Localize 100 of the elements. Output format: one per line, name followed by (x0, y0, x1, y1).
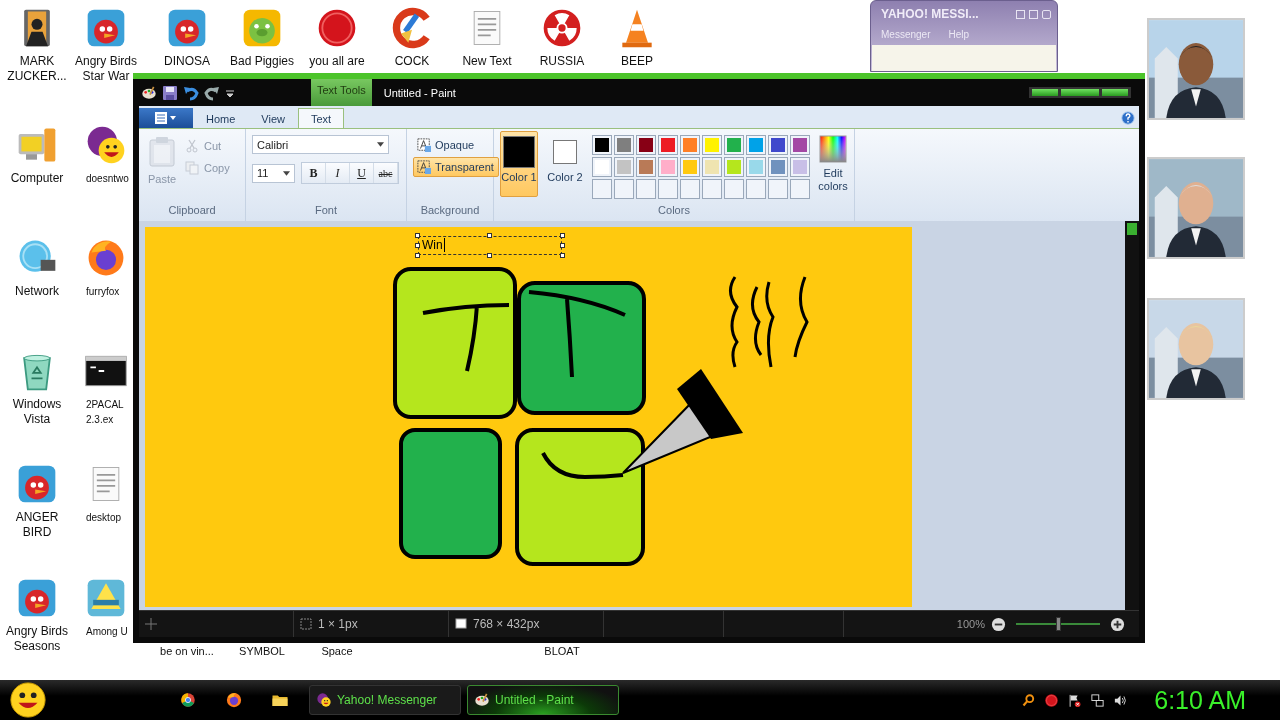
palette-swatch[interactable] (702, 179, 722, 199)
palette-swatch[interactable] (680, 179, 700, 199)
taskbar-button[interactable]: Untitled - Paint (467, 685, 619, 715)
palette-swatch[interactable] (592, 135, 612, 155)
group-label: Clipboard (167, 204, 217, 218)
palette-swatch[interactable] (680, 157, 700, 177)
zoom-out-icon[interactable] (991, 616, 1006, 632)
italic-button[interactable]: I (326, 163, 350, 183)
smiley-icon[interactable] (9, 681, 47, 719)
palette-swatch[interactable] (592, 157, 612, 177)
palette-swatch[interactable] (658, 157, 678, 177)
icon-label[interactable]: ANGER BIRD (15, 510, 59, 540)
palette-swatch[interactable] (592, 179, 612, 199)
icon-label[interactable]: DINOSA (164, 54, 210, 69)
help-icon[interactable] (1121, 111, 1135, 125)
icon-label[interactable]: you all are (309, 54, 365, 69)
chrome-icon[interactable] (179, 691, 197, 709)
maximize-button[interactable] (1029, 9, 1038, 19)
ribbon-tab[interactable]: Home (193, 108, 249, 128)
icon-label[interactable]: 2PACAL 2.3.ex (86, 397, 124, 427)
clock[interactable]: 6:10 AM (1154, 685, 1246, 715)
palette-swatch[interactable] (702, 135, 722, 155)
palette-icon[interactable] (141, 84, 157, 101)
icon-label[interactable]: furryfox (86, 284, 120, 299)
slider-thumb[interactable] (1056, 617, 1061, 631)
palette-swatch[interactable] (680, 135, 700, 155)
circle-icon[interactable] (1044, 692, 1060, 708)
icon-label[interactable]: Angry Birds Seasons (6, 624, 68, 654)
palette-swatch[interactable] (614, 135, 634, 155)
selection-size: 1 × 1px (318, 617, 358, 631)
palette-swatch[interactable] (724, 135, 744, 155)
icon-label[interactable]: RUSSIA (539, 54, 585, 69)
transparent-button[interactable]: Transparent (413, 157, 499, 177)
icon-label[interactable]: COCK (394, 54, 430, 69)
opaque-button[interactable]: Opaque (413, 135, 499, 155)
text-input-field[interactable]: Win (415, 233, 565, 258)
palette-swatch[interactable] (768, 157, 788, 177)
palette-swatch[interactable] (790, 135, 810, 155)
icon-label[interactable]: desktop (86, 510, 122, 525)
minimize-button[interactable] (1016, 9, 1025, 19)
icon-label[interactable]: New Text (462, 54, 512, 69)
ribbon-tab[interactable]: View (248, 108, 298, 128)
icon-label[interactable]: Bad Piggies (229, 54, 294, 69)
copy-icon (185, 161, 199, 175)
close-button[interactable] (1042, 9, 1051, 19)
edit-colors-button[interactable]: Edit colors (818, 131, 848, 204)
icon-label[interactable]: BLOAT (522, 644, 602, 659)
palette-swatch[interactable] (636, 179, 656, 199)
network-icon[interactable] (1090, 692, 1106, 708)
palette-swatch[interactable] (790, 179, 810, 199)
icon-label[interactable]: BEEP (621, 54, 653, 69)
icon-label[interactable]: doesntwo (86, 171, 129, 186)
drawing-canvas[interactable]: Win (145, 227, 912, 607)
crosshair-icon (145, 618, 157, 630)
palette-swatch[interactable] (768, 179, 788, 199)
palette-swatch[interactable] (746, 157, 766, 177)
taskbar-button[interactable]: Yahoo! Messenger (309, 685, 461, 715)
palette-swatch[interactable] (658, 179, 678, 199)
palette-swatch[interactable] (724, 179, 744, 199)
underline-button[interactable]: U (350, 163, 374, 183)
icon-label[interactable]: Windows Vista (12, 397, 62, 427)
search-icon[interactable] (1021, 692, 1037, 708)
scrollbar[interactable] (1125, 221, 1139, 610)
palette-swatch[interactable] (636, 135, 656, 155)
palette-swatch[interactable] (614, 179, 634, 199)
palette-swatch[interactable] (614, 157, 634, 177)
zoom-in-icon[interactable] (1110, 616, 1125, 632)
icon-label[interactable]: Angry Birds Star War (75, 54, 137, 84)
palette-swatch[interactable] (790, 157, 810, 177)
color-slot-button[interactable]: Color 1 (500, 131, 538, 197)
scissors-icon (185, 139, 199, 153)
flag-icon[interactable] (1067, 692, 1083, 708)
strike-button[interactable]: abc (374, 163, 398, 183)
color-spectrum-icon (819, 135, 847, 163)
ribbon-tab[interactable]: Text (298, 108, 345, 128)
image-size-icon (455, 618, 467, 630)
dropdown-icon[interactable] (225, 87, 235, 98)
icon-label[interactable]: Network (15, 284, 59, 299)
font-size-field[interactable]: 11 (252, 163, 295, 183)
palette-swatch[interactable] (724, 157, 744, 177)
window-title: Untitled - Paint (383, 86, 457, 99)
palette-swatch[interactable] (702, 157, 722, 177)
app-menu-button[interactable] (139, 108, 193, 128)
fox-icon[interactable] (225, 691, 243, 709)
icon-label[interactable]: MARK ZUCKER... (7, 54, 67, 84)
palette-swatch[interactable] (768, 135, 788, 155)
palette-swatch[interactable] (658, 135, 678, 155)
color-slot-button[interactable]: Color 2 (546, 131, 584, 197)
save-icon[interactable] (162, 84, 178, 101)
redo-icon[interactable] (204, 84, 220, 101)
palette-icon (474, 692, 490, 708)
palette-swatch[interactable] (746, 179, 766, 199)
group-label: Font (314, 204, 338, 218)
palette-swatch[interactable] (746, 135, 766, 155)
undo-icon[interactable] (183, 84, 199, 101)
font-family-field[interactable]: Calibri (252, 135, 389, 154)
icon-label[interactable]: Among U (86, 624, 128, 639)
icon-label[interactable]: Computer (10, 171, 64, 186)
bold-button[interactable]: B (302, 163, 326, 183)
palette-swatch[interactable] (636, 157, 656, 177)
